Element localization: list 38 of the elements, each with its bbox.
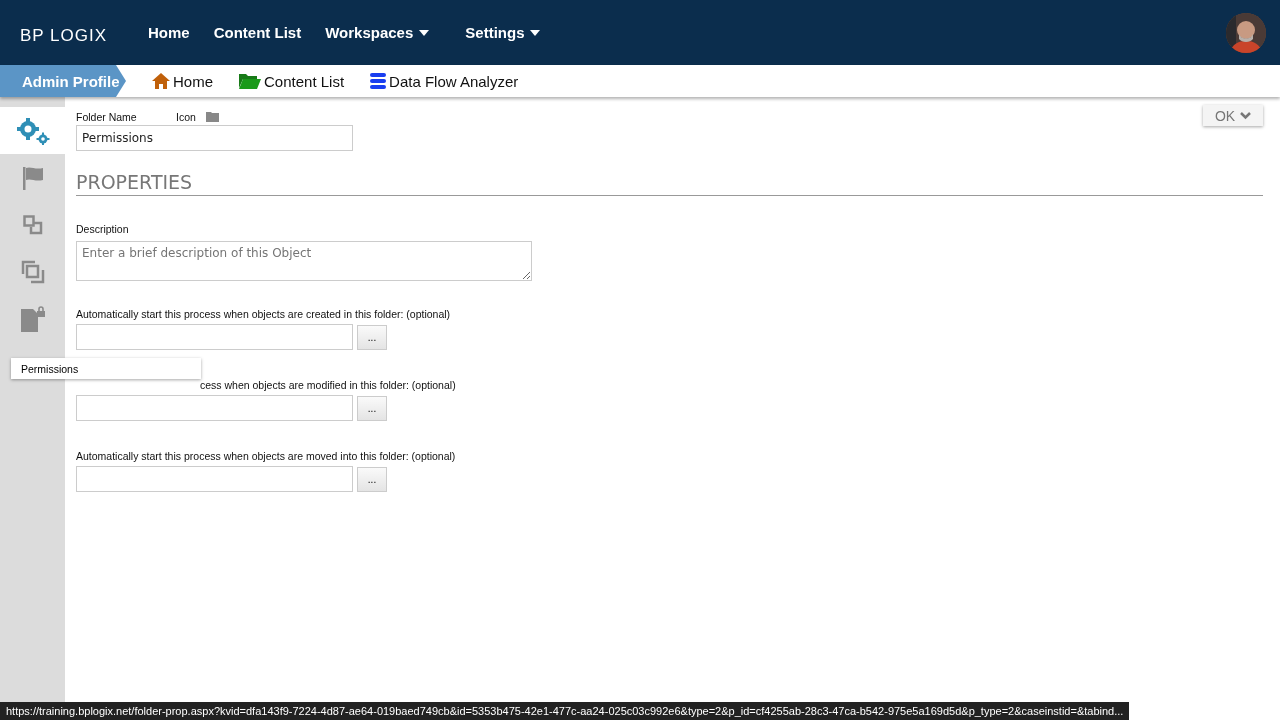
description-field[interactable]: Enter a brief description of this Object xyxy=(76,241,532,281)
linked-squares-icon[interactable] xyxy=(22,214,43,235)
field-label: Automatically start this process when objects are created in this folder: (optional) xyxy=(76,308,451,320)
process-field[interactable] xyxy=(76,395,353,421)
chevron-down-icon xyxy=(1240,111,1252,120)
field-label: Folder Name xyxy=(76,111,138,123)
nav-link[interactable]: Home xyxy=(148,24,190,41)
breadcrumb-link[interactable]: Home xyxy=(152,72,213,90)
browse-button[interactable]: ... xyxy=(357,324,387,350)
locked-document-icon[interactable] xyxy=(19,305,46,332)
breadcrumb-link[interactable]: Data Flow Analyzer xyxy=(370,72,519,90)
field-label: Icon xyxy=(176,111,196,123)
ok-button[interactable]: OK xyxy=(1203,105,1263,126)
database-icon xyxy=(370,73,387,89)
field-label: Description xyxy=(76,223,129,235)
process-field[interactable] xyxy=(76,466,353,492)
field-label: Automatically start this process when objects are moved into this folder: (optional) xyxy=(76,450,456,462)
status-url: https://training.bplogix.net/folder-prop.aspx?kvid=dfa143f9-7224-4d87-ae64-019baed749cb&id=5353b475-42e1-477c-aa24-025c03c992e6&type=2&p_id=cf4255ab-28c3-47ca-b542-975e5a169d5d&p_type=2&caseinstid=&tabind... xyxy=(0,702,1130,720)
tooltip: Permissions xyxy=(11,358,201,379)
gears-icon[interactable] xyxy=(15,116,50,145)
process-field[interactable] xyxy=(76,324,353,350)
nav-link[interactable]: Settings xyxy=(465,24,541,41)
breadcrumb-link[interactable]: Content List xyxy=(239,72,345,90)
nav-link[interactable]: Content List xyxy=(213,24,302,41)
field-label: cess when objects are modified in this folder: (optional) xyxy=(200,379,456,391)
overlapping-squares-icon[interactable] xyxy=(20,259,45,284)
home-icon xyxy=(152,73,170,89)
folder-name-field[interactable]: Permissions xyxy=(76,125,353,151)
browse-button[interactable]: ... xyxy=(357,395,387,421)
folder-icon[interactable] xyxy=(205,112,219,122)
section-heading: PROPERTIES xyxy=(76,171,1263,196)
logo[interactable]: BP LOGIX xyxy=(20,19,128,46)
user-avatar[interactable] xyxy=(1226,12,1266,53)
browse-button[interactable]: ... xyxy=(357,466,387,492)
nav-link[interactable]: Workspaces xyxy=(325,24,430,41)
folder-icon xyxy=(239,73,261,89)
sidebar-tab[interactable] xyxy=(0,107,65,154)
flag-icon[interactable] xyxy=(21,165,44,190)
